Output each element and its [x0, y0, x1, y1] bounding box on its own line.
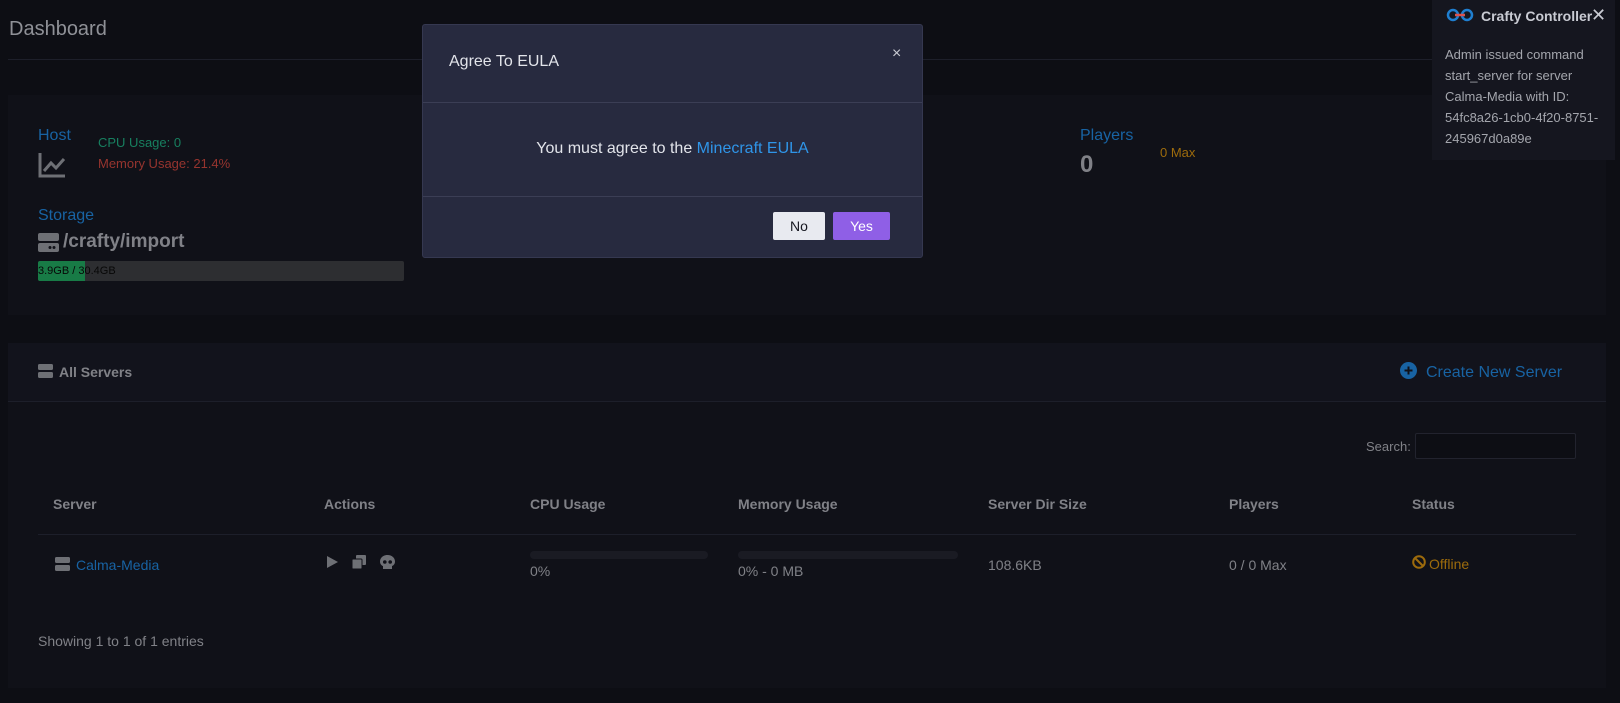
modal-body: You must agree to the Minecraft EULA [423, 140, 922, 158]
toast-title: Crafty Controller [1481, 8, 1593, 24]
modal-header-divider [423, 102, 922, 103]
close-icon[interactable]: × [892, 45, 901, 63]
close-icon[interactable]: ✕ [1591, 5, 1606, 26]
link-icon [1446, 8, 1474, 27]
no-button[interactable]: No [773, 212, 825, 240]
modal-footer-divider [423, 196, 922, 197]
yes-button[interactable]: Yes [833, 212, 890, 240]
toast-message: Admin issued command start_server for se… [1445, 47, 1599, 146]
modal-message: You must agree to the [536, 140, 697, 157]
eula-modal: Agree To EULA × You must agree to the Mi… [422, 24, 923, 258]
minecraft-eula-link[interactable]: Minecraft EULA [697, 140, 809, 157]
modal-title: Agree To EULA [449, 53, 559, 70]
